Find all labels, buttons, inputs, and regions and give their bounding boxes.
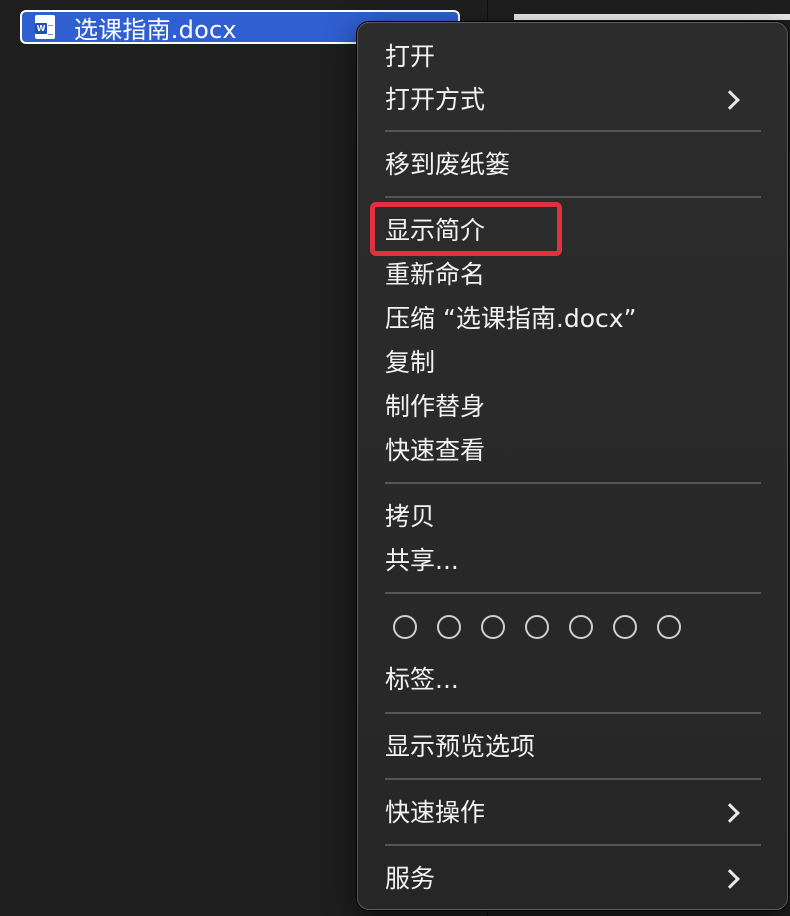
background-window-edge [514, 14, 790, 20]
menu-item-label: 打开方式 [385, 85, 486, 114]
tag-circle-icon[interactable] [657, 615, 681, 639]
menu-item-label: 复制 [385, 348, 436, 377]
menu-separator [385, 130, 761, 132]
menu-item-show-view-options[interactable]: 显示预览选项 [385, 727, 765, 767]
chevron-right-icon [720, 869, 740, 889]
menu-item-label: 显示预览选项 [385, 732, 536, 761]
menu-item-label: 移到废纸篓 [385, 150, 511, 179]
menu-item-share[interactable]: 共享... [385, 541, 765, 581]
file-name-label: 选课指南.docx [74, 15, 237, 44]
menu-item-label: 重新命名 [385, 260, 486, 289]
tag-circle-icon[interactable] [393, 615, 417, 639]
menu-separator [385, 196, 761, 198]
menu-item-label: 制作替身 [385, 392, 486, 421]
menu-item-label: 打开 [385, 42, 436, 71]
chevron-right-icon [720, 90, 740, 110]
menu-item-compress[interactable]: 压缩 “选课指南.docx” [385, 299, 765, 339]
menu-separator [385, 712, 761, 714]
menu-item-label: 标签... [385, 665, 459, 694]
tag-circle-icon[interactable] [481, 615, 505, 639]
menu-separator [385, 778, 761, 780]
tag-circle-icon[interactable] [525, 615, 549, 639]
tag-circle-icon[interactable] [437, 615, 461, 639]
tag-circle-icon[interactable] [613, 615, 637, 639]
menu-separator [385, 592, 761, 594]
tag-circle-icon[interactable] [569, 615, 593, 639]
menu-item-label: 服务 [385, 864, 436, 893]
menu-item-label: 快速查看 [385, 436, 486, 465]
desktop: W 选课指南.docx 打开 打开方式 移到废纸篓 显示简介 重新命名 压缩 “… [0, 0, 790, 916]
tag-colors-row [393, 615, 681, 639]
menu-separator [385, 482, 761, 484]
menu-item-label: 快速操作 [385, 798, 486, 827]
menu-item-tags[interactable]: 标签... [385, 660, 765, 700]
red-highlight-annotation [370, 202, 562, 256]
menu-separator [385, 844, 761, 846]
menu-item-open[interactable]: 打开 [385, 37, 765, 77]
menu-item-duplicate[interactable]: 复制 [385, 343, 765, 383]
menu-item-open-with[interactable]: 打开方式 [385, 80, 765, 120]
menu-item-label: 共享... [385, 546, 459, 575]
menu-item-copy[interactable]: 拷贝 [385, 497, 765, 537]
menu-item-make-alias[interactable]: 制作替身 [385, 387, 765, 427]
context-menu: 打开 打开方式 移到废纸篓 显示简介 重新命名 压缩 “选课指南.docx” 复… [357, 22, 788, 910]
menu-item-quick-look[interactable]: 快速查看 [385, 431, 765, 471]
menu-item-label: 压缩 “选课指南.docx” [385, 304, 637, 333]
word-document-icon: W [32, 14, 58, 40]
menu-item-services[interactable]: 服务 [385, 859, 765, 899]
menu-item-label: 拷贝 [385, 502, 436, 531]
menu-item-move-to-trash[interactable]: 移到废纸篓 [385, 145, 765, 185]
menu-item-quick-actions[interactable]: 快速操作 [385, 793, 765, 833]
chevron-right-icon [720, 803, 740, 823]
menu-item-rename[interactable]: 重新命名 [385, 255, 765, 295]
